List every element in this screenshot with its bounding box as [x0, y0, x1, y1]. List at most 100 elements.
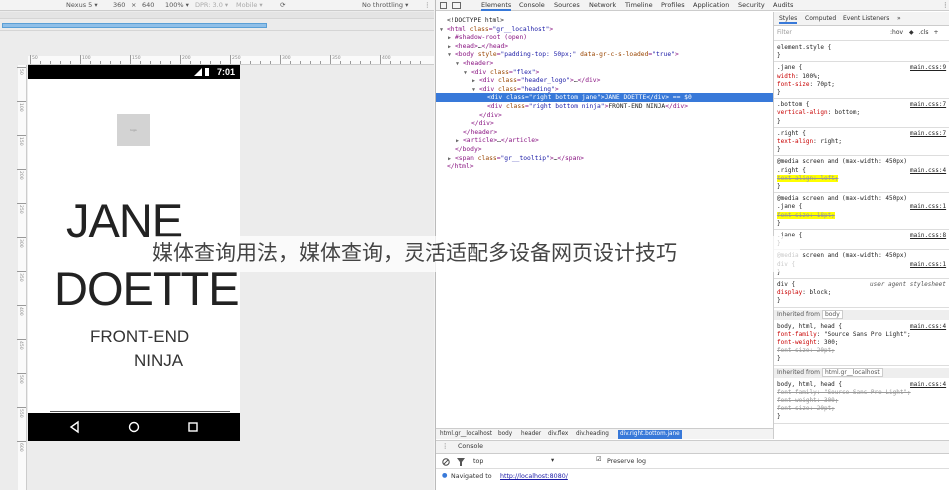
breadcrumb-item[interactable]: header — [521, 431, 541, 437]
zoom-select[interactable]: 100% ▾ — [165, 1, 189, 9]
tab-application[interactable]: Application — [693, 1, 729, 9]
css-line[interactable]: } — [777, 146, 949, 154]
ruler-label: 400 — [18, 307, 23, 316]
media-query-bar-range[interactable] — [0, 20, 434, 31]
css-token: .right { — [777, 166, 806, 174]
css-line[interactable]: font-size: 20pt; — [777, 405, 949, 413]
media-query-segment[interactable] — [2, 23, 267, 28]
breadcrumb-item[interactable]: body — [498, 431, 512, 437]
css-line[interactable]: @media screen and (max-width: 450px) — [777, 158, 949, 166]
throttling-select[interactable]: No throttling ▾ — [362, 1, 408, 9]
css-line[interactable]: font-weight: 300; — [777, 339, 949, 347]
css-line[interactable]: @media screen and (max-width: 450px) — [777, 252, 949, 260]
device-toolbar: Nexus 5 ▾ 360 × 640 100% ▾ DPR: 3.0 ▾ Mo… — [0, 0, 434, 11]
message-link[interactable]: http://localhost:8080/ — [500, 473, 568, 480]
tab-elements[interactable]: Elements — [481, 1, 512, 11]
device-mode-icon[interactable] — [452, 2, 461, 9]
css-line[interactable]: text-align: left; — [777, 174, 949, 183]
height-field[interactable]: 640 — [142, 1, 154, 9]
breadcrumb-item[interactable]: div.right.bottom.jane — [618, 430, 682, 439]
dom-token: "flex" — [512, 68, 536, 76]
css-line[interactable]: } — [777, 52, 949, 60]
css-line[interactable]: font-size: 20pt; — [777, 347, 949, 355]
rotate-icon[interactable]: ⟳ — [280, 1, 285, 9]
paint-icon[interactable]: ◆ — [909, 29, 914, 36]
media-query-bar-max[interactable] — [0, 12, 434, 19]
tab-more[interactable]: » — [897, 15, 901, 22]
tab-styles[interactable]: Styles — [779, 15, 798, 24]
tab-audits[interactable]: Audits — [773, 1, 793, 9]
css-line[interactable]: font-size: 18pt; — [777, 211, 949, 220]
tab-sources[interactable]: Sources — [554, 1, 580, 9]
css-source-link[interactable]: user agent stylesheet — [870, 281, 948, 289]
android-nav-bar — [28, 413, 240, 441]
css-line[interactable]: } — [777, 413, 949, 421]
css-source-link[interactable]: main.css:1 — [910, 261, 948, 269]
css-line[interactable]: font-family: "Source Sans Pro Light"; — [777, 389, 949, 397]
preserve-log-checkbox[interactable]: ☑ — [596, 456, 602, 463]
devtools-menu-icon[interactable]: ⋮ — [942, 1, 949, 9]
new-rule-button[interactable]: + — [933, 29, 938, 36]
css-source-link[interactable]: main.css:1 — [910, 203, 948, 211]
breadcrumb-item[interactable]: div.flex — [548, 431, 568, 437]
mode-select[interactable]: Mobile ▾ — [236, 1, 263, 9]
css-line[interactable]: } — [777, 183, 949, 191]
back-icon[interactable] — [68, 420, 82, 434]
device-select[interactable]: Nexus 5 ▾ — [66, 1, 98, 9]
tab-event-listeners[interactable]: Event Listeners — [843, 15, 889, 22]
css-line[interactable]: } — [777, 355, 949, 363]
css-line[interactable]: display: block; — [777, 289, 949, 297]
css-line[interactable]: } — [777, 89, 949, 97]
context-select[interactable]: top — [473, 458, 483, 465]
css-source-link[interactable]: main.css:7 — [910, 130, 948, 138]
width-field[interactable]: 360 — [113, 1, 125, 9]
tab-timeline[interactable]: Timeline — [625, 1, 653, 9]
tab-computed[interactable]: Computed — [805, 15, 836, 22]
tab-security[interactable]: Security — [738, 1, 765, 9]
tab-network[interactable]: Network — [589, 1, 616, 9]
css-source-link[interactable]: main.css:4 — [910, 381, 948, 389]
drawer-menu-icon[interactable]: ⋮ — [442, 443, 448, 450]
css-line[interactable]: } — [777, 240, 949, 248]
css-line[interactable]: } — [777, 220, 949, 228]
breadcrumb-item[interactable]: html.gr__localhost — [440, 431, 492, 437]
dom-token: </div> — [577, 77, 601, 85]
breadcrumb-item[interactable]: div.heading — [576, 431, 609, 437]
css-line[interactable]: text-align: right; — [777, 138, 949, 146]
clear-console-icon[interactable] — [442, 458, 450, 466]
inherited-chip[interactable]: body — [821, 309, 843, 319]
context-dropdown-icon[interactable]: ▾ — [551, 457, 554, 464]
dom-node[interactable]: </html> — [436, 162, 773, 171]
css-line[interactable]: width: 100%; — [777, 73, 949, 81]
css-source-link[interactable]: main.css:4 — [910, 167, 948, 175]
filter-icon[interactable] — [457, 458, 465, 466]
css-source-link[interactable]: main.css:4 — [910, 323, 948, 331]
css-line[interactable]: font-family: "Source Sans Pro Light"; — [777, 331, 949, 339]
tab-console[interactable]: Console — [519, 1, 545, 9]
css-source-link[interactable]: main.css:8 — [910, 232, 948, 240]
css-line[interactable]: } — [777, 118, 949, 126]
more-icon[interactable]: ⋮ — [424, 1, 431, 9]
dpr-select[interactable]: DPR: 3.0 ▾ — [195, 1, 228, 9]
dom-token: FRONT-END NINJA — [608, 103, 666, 110]
hov-toggle[interactable]: :hov — [890, 29, 903, 36]
cls-toggle[interactable]: .cls — [919, 29, 929, 36]
css-source-link[interactable]: main.css:7 — [910, 101, 948, 109]
home-icon[interactable] — [127, 420, 141, 434]
divider — [774, 98, 949, 100]
ruler-tick — [280, 55, 281, 64]
tab-profiles[interactable]: Profiles — [661, 1, 685, 9]
css-source-link[interactable]: main.css:9 — [910, 64, 948, 72]
css-line[interactable]: vertical-align: bottom; — [777, 109, 949, 117]
recents-icon[interactable] — [186, 420, 200, 434]
css-line[interactable]: font-weight: 300; — [777, 397, 949, 405]
css-line[interactable]: element.style { — [777, 44, 949, 52]
signal-icon — [194, 68, 202, 76]
css-line[interactable]: } — [777, 269, 949, 277]
css-line[interactable]: font-size: 70pt; — [777, 81, 949, 89]
css-line[interactable]: } — [777, 297, 949, 305]
tab-console[interactable]: Console — [458, 443, 483, 450]
inspect-icon[interactable] — [440, 2, 447, 9]
inherited-chip[interactable]: html.gr__localhost — [821, 367, 883, 377]
css-line[interactable]: @media screen and (max-width: 450px) — [777, 195, 949, 203]
